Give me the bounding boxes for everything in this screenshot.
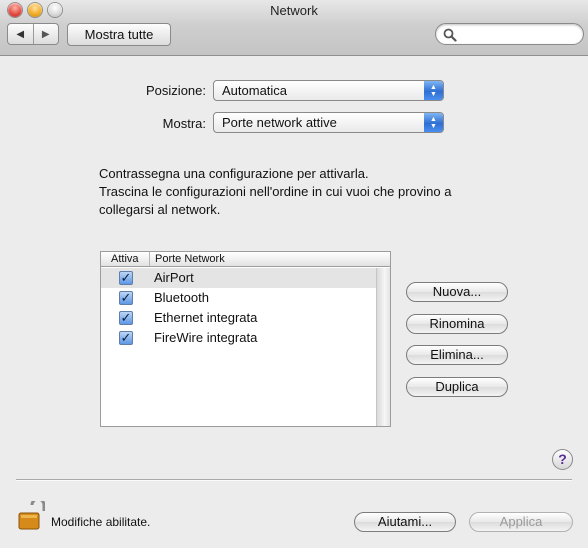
assist-me-button[interactable]: Aiutami... <box>354 512 456 532</box>
table-row[interactable]: ✓ AirPort <box>101 268 376 288</box>
column-header-ports[interactable]: Porte Network <box>155 252 225 266</box>
network-ports-table[interactable]: Attiva Porte Network ✓ AirPort ✓ Bluetoo… <box>100 251 391 427</box>
show-popup[interactable]: Porte network attive ▲ ▼ <box>213 112 444 133</box>
new-button[interactable]: Nuova... <box>406 282 508 302</box>
port-name: Bluetooth <box>154 290 209 305</box>
port-name: Ethernet integrata <box>154 310 258 325</box>
help-button[interactable]: ? <box>552 449 573 470</box>
table-row[interactable]: ✓ Ethernet integrata <box>101 308 376 328</box>
popup-arrows-icon: ▲ ▼ <box>424 81 443 100</box>
forward-button[interactable]: ▶ <box>34 24 59 44</box>
table-row[interactable]: ✓ FireWire integrata <box>101 328 376 348</box>
lock-icon[interactable] <box>17 501 45 531</box>
instruction-line: Contrassegna una configurazione per atti… <box>99 166 369 181</box>
show-value: Porte network attive <box>222 115 337 130</box>
active-checkbox[interactable]: ✓ <box>119 291 133 305</box>
show-all-button[interactable]: Mostra tutte <box>67 23 171 46</box>
window-title: Network <box>270 3 318 18</box>
rename-button[interactable]: Rinomina <box>406 314 508 334</box>
table-header: Attiva Porte Network <box>101 252 390 267</box>
back-forward-control: ◀ ▶ <box>7 23 59 45</box>
table-body: ✓ AirPort ✓ Bluetooth ✓ Ethernet integra… <box>101 268 376 348</box>
active-checkbox[interactable]: ✓ <box>119 331 133 345</box>
active-checkbox[interactable]: ✓ <box>119 271 133 285</box>
instruction-line: Trascina le configurazioni nell'ordine i… <box>99 184 452 199</box>
delete-button[interactable]: Elimina... <box>406 345 508 365</box>
port-name: AirPort <box>154 270 194 285</box>
active-checkbox[interactable]: ✓ <box>119 311 133 325</box>
location-value: Automatica <box>222 83 288 98</box>
footer-separator <box>16 479 572 481</box>
popup-arrows-icon: ▲ ▼ <box>424 113 443 132</box>
port-name: FireWire integrata <box>154 330 258 345</box>
show-label: Mostra: <box>162 116 206 131</box>
location-label: Posizione: <box>146 83 206 98</box>
duplicate-button[interactable]: Duplica <box>406 377 508 397</box>
location-popup[interactable]: Automatica ▲ ▼ <box>213 80 444 101</box>
magnifier-icon <box>443 28 457 42</box>
apply-button[interactable]: Applica <box>469 512 573 532</box>
window-titlebar: Network ◀ ▶ Mostra tutte <box>0 0 588 56</box>
instructions: Contrassegna una configurazione per atti… <box>99 165 539 219</box>
back-button[interactable]: ◀ <box>8 24 34 44</box>
column-header-active[interactable]: Attiva <box>101 252 150 266</box>
table-row[interactable]: ✓ Bluetooth <box>101 288 376 308</box>
instruction-line: collegarsi al network. <box>99 202 221 217</box>
table-scrollbar[interactable] <box>376 268 390 426</box>
lock-status-text: Modifiche abilitate. <box>51 515 151 529</box>
search-field[interactable] <box>435 23 584 45</box>
